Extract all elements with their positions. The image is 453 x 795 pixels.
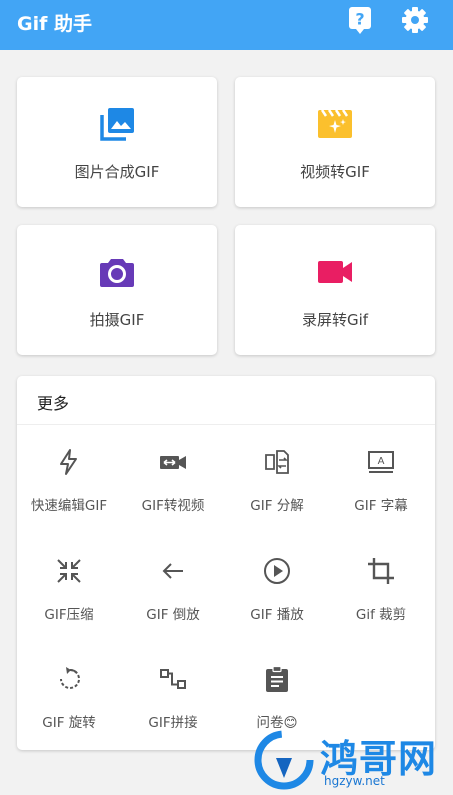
more-section-title: 更多 — [37, 394, 70, 413]
gif-play-tool[interactable]: GIF 播放 — [225, 557, 329, 657]
help-icon: ? — [349, 7, 371, 34]
tool-label: GIF拼接 — [148, 715, 198, 731]
tool-label: GIF 旋转 — [42, 715, 96, 731]
settings-button[interactable] — [400, 5, 430, 35]
gif-split-tool[interactable]: GIF 分解 — [225, 448, 329, 548]
video-camera-icon — [318, 261, 352, 283]
svg-text:A: A — [378, 456, 385, 467]
gif-compress-tool[interactable]: GIF压缩 — [17, 557, 121, 657]
screen-record-card[interactable]: 录屏转Gif — [235, 225, 435, 355]
gif-crop-tool[interactable]: Gif 裁剪 — [329, 557, 433, 657]
split-file-icon — [265, 450, 289, 474]
watermark-url: hgzyw.net — [324, 774, 385, 788]
quick-edit-gif-tool[interactable]: 快速编辑GIF — [17, 448, 121, 548]
flash-icon — [60, 449, 77, 475]
card-label: 拍摄GIF — [89, 311, 145, 329]
play-circle-icon — [264, 558, 290, 584]
video-convert-icon — [160, 456, 186, 469]
app-title: Gif 助手 — [17, 13, 92, 35]
tool-label: GIF转视频 — [141, 498, 205, 514]
join-icon — [160, 669, 186, 689]
tool-label: GIF 播放 — [250, 607, 304, 623]
gif-reverse-tool[interactable]: GIF 倒放 — [121, 557, 225, 657]
gif-rotate-tool[interactable]: GIF 旋转 — [17, 665, 121, 765]
compress-icon — [57, 559, 81, 583]
card-label: 录屏转Gif — [301, 311, 369, 329]
clipboard-icon — [266, 665, 288, 692]
help-button[interactable]: ? — [345, 5, 375, 35]
gif-join-tool[interactable]: GIF拼接 — [121, 665, 225, 765]
reverse-arrow-icon — [162, 563, 183, 579]
gear-icon — [402, 7, 428, 33]
watermark: 鸿哥网 hgzyw.net — [250, 728, 450, 790]
watermark-logo-icon — [254, 730, 314, 790]
crop-icon — [368, 558, 394, 584]
subtitle-icon: A — [368, 451, 394, 473]
gif-subtitle-tool[interactable]: A GIF 字幕 — [329, 448, 433, 548]
tool-label: GIF 分解 — [250, 498, 304, 514]
gif-to-video-tool[interactable]: GIF转视频 — [121, 448, 225, 548]
tool-label: GIF 字幕 — [354, 498, 408, 514]
tool-label: 快速编辑GIF — [30, 498, 108, 514]
video-to-gif-card[interactable]: 视频转GIF — [235, 77, 435, 207]
tool-label: Gif 裁剪 — [355, 607, 407, 623]
image-icon — [100, 108, 134, 141]
shoot-gif-card[interactable]: 拍摄GIF — [17, 225, 217, 355]
svg-text:?: ? — [355, 10, 364, 29]
camera-icon — [100, 259, 134, 287]
card-label: 视频转GIF — [300, 163, 370, 181]
tool-label: GIF 倒放 — [146, 607, 200, 623]
divider — [17, 424, 435, 425]
tool-label: GIF压缩 — [44, 607, 94, 623]
movie-clapper-icon — [318, 109, 352, 138]
rotate-icon — [60, 667, 80, 689]
image-to-gif-card[interactable]: 图片合成GIF — [17, 77, 217, 207]
card-label: 图片合成GIF — [74, 163, 160, 181]
more-tools-card: 更多 快速编辑GIF GIF转视频 GIF 分解 A GIF 字幕 GIF压缩 … — [17, 376, 435, 750]
app-bar: Gif 助手 ? — [0, 0, 453, 50]
